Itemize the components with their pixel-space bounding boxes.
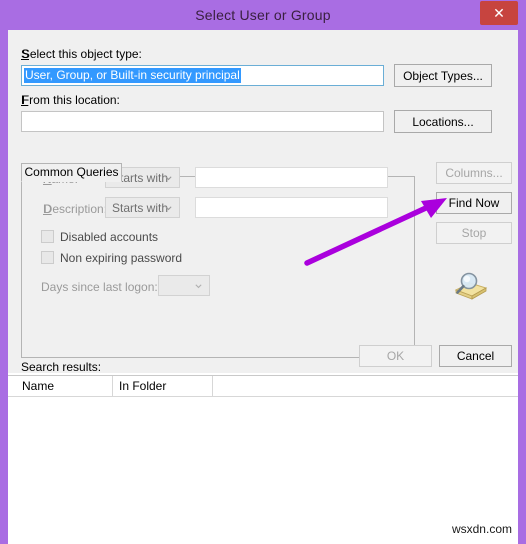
disabled-accounts-label-text: Disabled accounts [60,230,159,244]
find-now-button[interactable]: Find Now [436,192,512,214]
location-label: FFrom this location: [21,93,120,107]
locations-button[interactable]: Locations... [394,110,492,133]
days-since-logon-label: Days since last logon: [41,280,158,294]
object-type-value: User, Group, or Built-in security princi… [24,68,241,83]
non-expiring-password-label: Non expiring password [60,251,182,265]
non-expiring-password-checkbox[interactable] [41,251,54,264]
find-now-button-label: Find Now [448,196,500,210]
location-value [24,114,26,129]
column-header-name[interactable]: Name [16,376,113,396]
query-description-input[interactable] [195,197,388,218]
location-input[interactable] [21,111,384,132]
object-type-label: SSelect this object type: [21,47,142,61]
column-header-in-folder[interactable]: In Folder [113,376,213,396]
ok-button-label: OK [386,349,405,363]
disabled-accounts-checkbox[interactable] [41,230,54,243]
window-frame-right [518,0,526,544]
stop-button-label: Stop [461,226,487,240]
ok-button[interactable]: OK [359,345,432,367]
columns-button-label: Columns... [445,166,503,180]
dialog-body: SSelect this object type: User, Group, o… [8,30,518,374]
days-since-logon-label-text: Days since last logon: [41,280,158,294]
non-expiring-password-label-text: Non expiring password [60,251,183,265]
object-type-label-text: Select this object type: [21,47,142,61]
chevron-down-icon [195,283,202,288]
query-name-input[interactable] [195,167,388,188]
watermark: wsxdn.com [451,522,512,536]
query-name-value [198,170,200,185]
query-description-value [198,200,200,215]
search-folder-icon [454,272,488,300]
cancel-button-label: Cancel [456,349,495,363]
disabled-accounts-label: Disabled accounts [60,230,158,244]
window-frame-left [0,0,8,544]
title-bar: Select User or Group ✕ [0,0,526,30]
object-types-button[interactable]: Object Types... [394,64,492,87]
search-results-list[interactable]: Name In Folder [8,375,518,544]
chevron-down-icon [165,175,172,180]
columns-button[interactable]: Columns... [436,162,512,184]
chevron-down-icon [165,205,172,210]
tab-common-queries[interactable]: Common Queries [21,163,122,182]
query-description-condition-select[interactable]: Starts with [105,197,180,218]
stop-button[interactable]: Stop [436,222,512,244]
query-description-label-text: Description: [43,202,108,216]
window-title: Select User or Group [195,7,331,23]
object-type-input[interactable]: User, Group, or Built-in security princi… [21,65,384,86]
column-header-filler [213,376,510,396]
cancel-button[interactable]: Cancel [439,345,512,367]
dialog-screenshot: Select User or Group ✕ SSelect this obje… [0,0,526,544]
results-column-header: Name In Folder [8,376,518,397]
locations-button-label: Locations... [412,114,474,129]
query-description-label: DDescription: [43,202,108,216]
close-icon[interactable]: ✕ [480,1,518,25]
search-results-label: Search results: [21,360,101,374]
object-types-button-label: Object Types... [403,68,483,83]
location-label-text: From this location: [21,93,120,107]
query-description-condition-value: Starts with [112,200,169,215]
days-since-logon-select[interactable] [158,275,210,296]
search-results-label-text: Search results: [21,360,102,374]
